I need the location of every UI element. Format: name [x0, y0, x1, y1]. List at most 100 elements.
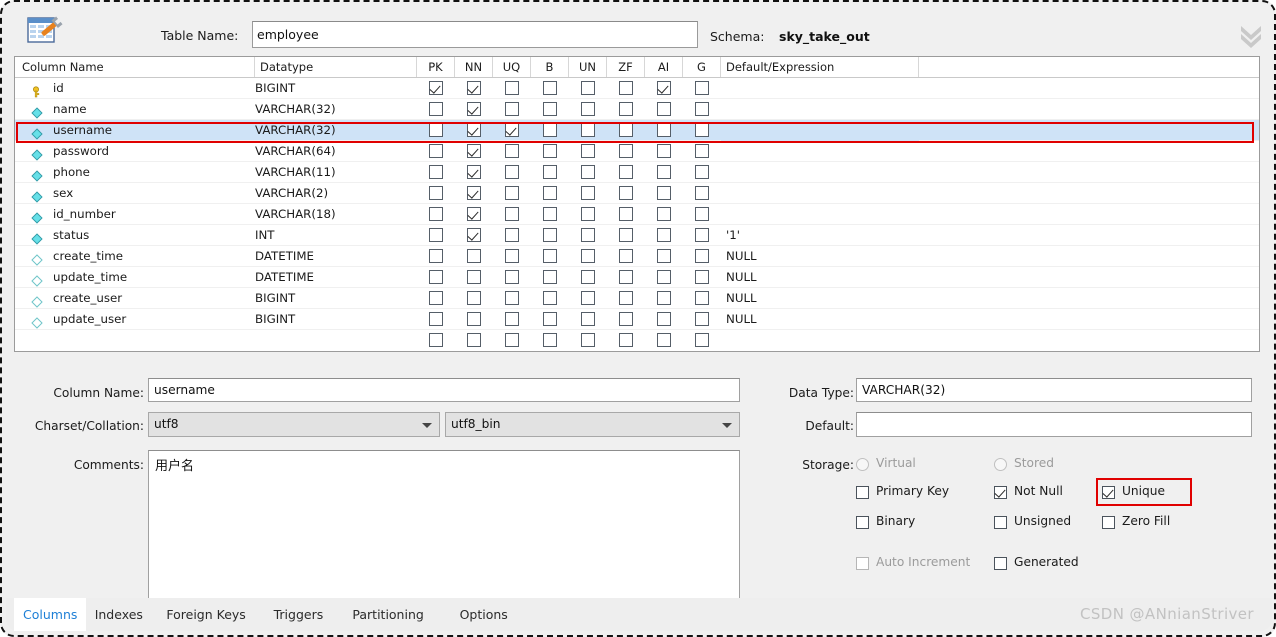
checkbox-zf[interactable]: [619, 249, 633, 263]
checkbox-unique[interactable]: [1102, 486, 1115, 499]
table-row[interactable]: create_userBIGINTNULL: [15, 288, 1259, 309]
checkbox-un[interactable]: [581, 165, 595, 179]
checkbox-pk[interactable]: [429, 249, 443, 263]
checkbox-primary-key[interactable]: [856, 486, 869, 499]
checkbox-g[interactable]: [695, 186, 709, 200]
new-column-row[interactable]: [15, 330, 1259, 351]
cell-default-expression[interactable]: [721, 78, 919, 99]
checkbox-ai[interactable]: [657, 81, 671, 95]
cell-default-expression[interactable]: NULL: [721, 288, 919, 309]
checkbox-un[interactable]: [581, 81, 595, 95]
cell-column-name[interactable]: username: [17, 120, 255, 141]
cell-column-name[interactable]: create_time: [17, 246, 255, 267]
editor-tab-bar[interactable]: ColumnsIndexesForeign KeysTriggersPartit…: [6, 598, 1272, 631]
cell-column-name[interactable]: update_user: [17, 309, 255, 330]
checkbox-zf[interactable]: [619, 144, 633, 158]
checkbox-g[interactable]: [695, 228, 709, 242]
checkbox-b[interactable]: [543, 165, 557, 179]
tab-columns[interactable]: Columns: [14, 598, 86, 631]
checkbox-pk[interactable]: [429, 144, 443, 158]
grid-header-nn[interactable]: NN: [455, 57, 493, 77]
grid-header-dt[interactable]: Datatype: [255, 57, 417, 77]
grid-header-g[interactable]: G: [683, 57, 721, 77]
checkbox-un[interactable]: [581, 291, 595, 305]
tab-options[interactable]: Options: [451, 598, 517, 631]
table-row[interactable]: create_timeDATETIMENULL: [15, 246, 1259, 267]
grid-header-default[interactable]: Default/Expression: [721, 57, 919, 77]
checkbox-un[interactable]: [581, 144, 595, 158]
checkbox-pk[interactable]: [429, 207, 443, 221]
checkbox-pk[interactable]: [429, 102, 443, 116]
grid-header-name[interactable]: Column Name: [17, 57, 255, 77]
columns-grid[interactable]: Column NameDatatypePKNNUQBUNZFAIGDefault…: [14, 56, 1260, 352]
checkbox-un[interactable]: [581, 207, 595, 221]
checkbox-unsigned[interactable]: [994, 516, 1007, 529]
checkbox-b[interactable]: [543, 333, 557, 347]
checkbox-nn[interactable]: [467, 81, 481, 95]
cell-datatype[interactable]: VARCHAR(11): [255, 162, 417, 183]
tab-foreign-keys[interactable]: Foreign Keys: [157, 598, 254, 631]
checkbox-nn[interactable]: [467, 123, 481, 137]
checkbox-pk[interactable]: [429, 312, 443, 326]
cell-default-expression[interactable]: [721, 330, 919, 351]
checkbox-ai[interactable]: [657, 291, 671, 305]
checkbox-pk[interactable]: [429, 123, 443, 137]
checkbox-uq[interactable]: [505, 81, 519, 95]
checkbox-un[interactable]: [581, 102, 595, 116]
checkbox-ai[interactable]: [657, 102, 671, 116]
cell-datatype[interactable]: DATETIME: [255, 267, 417, 288]
checkbox-uq[interactable]: [505, 249, 519, 263]
table-row[interactable]: statusINT'1': [15, 225, 1259, 246]
checkbox-nn[interactable]: [467, 207, 481, 221]
cell-datatype[interactable]: VARCHAR(2): [255, 183, 417, 204]
checkbox-zf[interactable]: [619, 312, 633, 326]
checkbox-g[interactable]: [695, 249, 709, 263]
checkbox-g[interactable]: [695, 333, 709, 347]
checkbox-nn[interactable]: [467, 144, 481, 158]
grid-header-pad[interactable]: [919, 57, 1259, 77]
checkbox-b[interactable]: [543, 228, 557, 242]
double-chevron-down-icon[interactable]: [1234, 19, 1268, 49]
default-input[interactable]: [856, 412, 1252, 437]
checkbox-pk[interactable]: [429, 165, 443, 179]
checkbox-uq[interactable]: [505, 144, 519, 158]
checkbox-uq[interactable]: [505, 123, 519, 137]
checkbox-pk[interactable]: [429, 270, 443, 284]
cell-default-expression[interactable]: NULL: [721, 309, 919, 330]
checkbox-pk[interactable]: [429, 228, 443, 242]
checkbox-b[interactable]: [543, 249, 557, 263]
grid-header-pk[interactable]: PK: [417, 57, 455, 77]
grid-header-zf[interactable]: ZF: [607, 57, 645, 77]
cell-datatype[interactable]: INT: [255, 225, 417, 246]
cell-default-expression[interactable]: NULL: [721, 246, 919, 267]
cell-column-name[interactable]: name: [17, 99, 255, 120]
cell-column-name[interactable]: [17, 330, 255, 351]
checkbox-g[interactable]: [695, 207, 709, 221]
checkbox-ai[interactable]: [657, 249, 671, 263]
checkbox-nn[interactable]: [467, 249, 481, 263]
checkbox-ai[interactable]: [657, 144, 671, 158]
tab-indexes[interactable]: Indexes: [86, 598, 152, 631]
checkbox-un[interactable]: [581, 270, 595, 284]
checkbox-zf[interactable]: [619, 165, 633, 179]
cell-datatype[interactable]: VARCHAR(32): [255, 120, 417, 141]
checkbox-b[interactable]: [543, 123, 557, 137]
checkbox-g[interactable]: [695, 123, 709, 137]
checkbox-pk[interactable]: [429, 81, 443, 95]
checkbox-zero-fill[interactable]: [1102, 516, 1115, 529]
cell-datatype[interactable]: VARCHAR(32): [255, 99, 417, 120]
checkbox-un[interactable]: [581, 123, 595, 137]
checkbox-zf[interactable]: [619, 81, 633, 95]
checkbox-b[interactable]: [543, 312, 557, 326]
cell-column-name[interactable]: id: [17, 78, 255, 99]
cell-default-expression[interactable]: [721, 183, 919, 204]
cell-column-name[interactable]: update_time: [17, 267, 255, 288]
table-row[interactable]: sexVARCHAR(2): [15, 183, 1259, 204]
columns-grid-body[interactable]: idBIGINTnameVARCHAR(32)usernameVARCHAR(3…: [15, 78, 1259, 351]
grid-header-un[interactable]: UN: [569, 57, 607, 77]
checkbox-b[interactable]: [543, 81, 557, 95]
table-row[interactable]: update_userBIGINTNULL: [15, 309, 1259, 330]
checkbox-nn[interactable]: [467, 312, 481, 326]
checkbox-ai[interactable]: [657, 123, 671, 137]
checkbox-ai[interactable]: [657, 333, 671, 347]
